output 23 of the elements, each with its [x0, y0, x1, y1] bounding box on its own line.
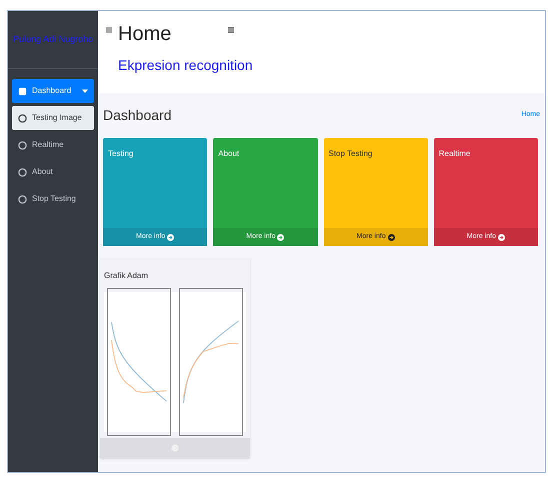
menu-icon[interactable] — [106, 27, 112, 33]
page-title: Home — [118, 23, 172, 45]
circle-icon — [18, 168, 27, 176]
arrow-circle-icon — [388, 234, 395, 240]
circle-icon — [18, 140, 27, 150]
dashboard-icon — [18, 86, 27, 96]
card-title: About — [217, 148, 240, 160]
circle-icon — [18, 114, 27, 122]
card-title: Testing — [107, 148, 134, 160]
arrow-circle-icon — [498, 234, 505, 240]
card-title: Realtime — [438, 148, 472, 160]
nav-item[interactable]: Testing Image — [12, 106, 94, 130]
card-title: Stop Testing — [328, 148, 374, 160]
arrow-circle-icon — [277, 234, 284, 240]
circle-icon — [18, 194, 27, 204]
nav-item[interactable]: Stop Testing — [12, 187, 94, 211]
page-subtitle: Ekpresion recognition — [117, 56, 254, 75]
card-title: Grafik Adam — [103, 270, 150, 282]
section-heading: Dashboard — [103, 106, 172, 125]
nav-item[interactable]: About — [12, 160, 94, 184]
nav-item[interactable]: Dashboard — [12, 79, 94, 103]
nav-item[interactable]: Realtime — [12, 133, 94, 157]
arrow-circle-icon — [167, 234, 174, 240]
